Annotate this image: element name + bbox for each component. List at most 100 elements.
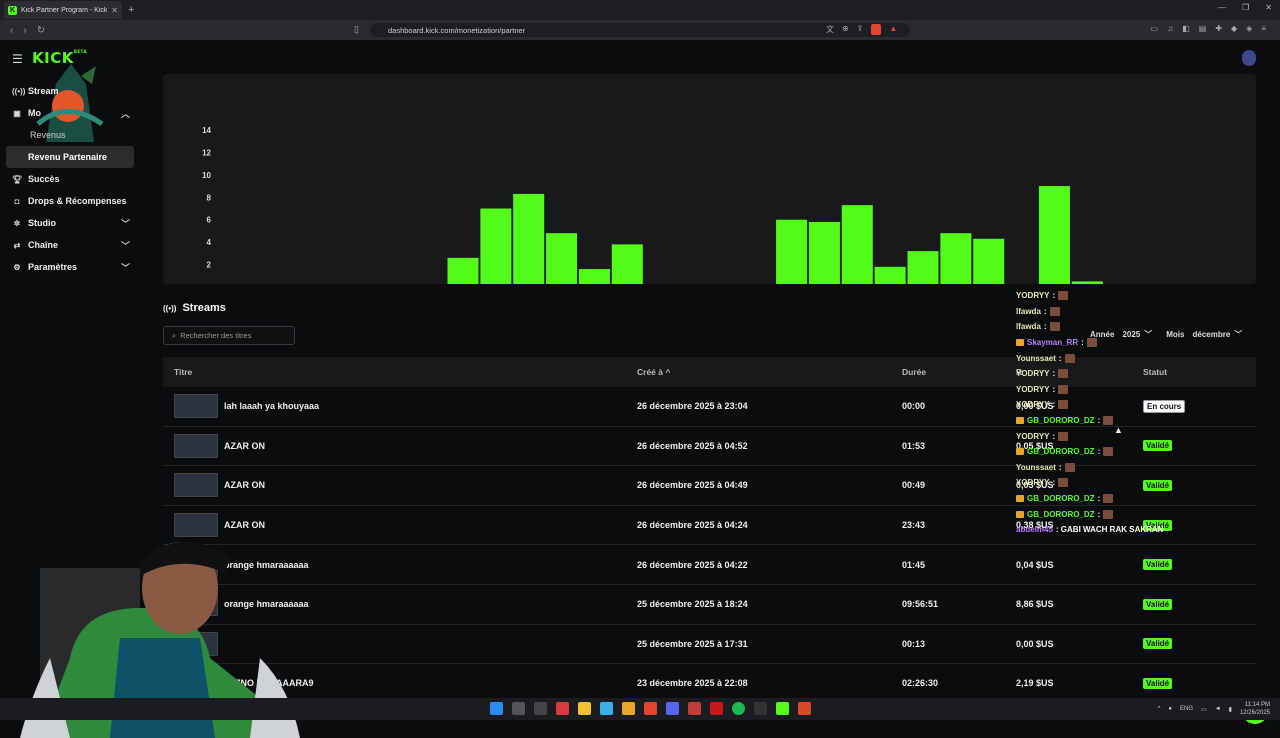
music-icon[interactable]: ♫	[1167, 24, 1173, 33]
avatar[interactable]	[1242, 50, 1256, 66]
discord-icon[interactable]	[666, 702, 679, 715]
browser-tab[interactable]: K Kick Partner Program - Kick Dash ✕	[4, 1, 122, 19]
table-row[interactable]: orange hmaraaaaaa 25 décembre 2025 à 18:2…	[163, 585, 1256, 625]
maximize-icon[interactable]: ❐	[1242, 3, 1249, 12]
chart-bar[interactable]	[874, 266, 906, 284]
chat-username[interactable]: Younssaet	[1016, 463, 1056, 472]
chart-bar[interactable]	[447, 257, 479, 284]
chat-username[interactable]: YODRYY	[1016, 400, 1050, 409]
share-icon[interactable]: ⇪	[857, 24, 864, 35]
kick-icon[interactable]	[776, 702, 789, 715]
brave-browser-icon[interactable]	[644, 702, 657, 715]
column-created[interactable]: Créé à ^	[637, 367, 670, 377]
clock[interactable]: 11:14 PM 12/26/2025	[1240, 701, 1270, 717]
chat-username[interactable]: YODRYY	[1016, 291, 1050, 300]
chart-bar[interactable]	[546, 233, 578, 284]
chart-bar[interactable]	[776, 219, 808, 284]
chat-username[interactable]: GB_DORORO_DZ	[1027, 510, 1095, 519]
zoom-icon[interactable]: ⊕	[842, 24, 849, 35]
app-icon[interactable]	[556, 702, 569, 715]
forward-icon[interactable]: ›	[23, 25, 26, 36]
close-window-icon[interactable]: ✕	[1265, 3, 1272, 12]
chart-bar[interactable]	[1038, 186, 1070, 284]
sidebar-item-succes[interactable]: 🏆︎ Succès	[0, 168, 140, 190]
windows-start-icon[interactable]	[490, 702, 503, 715]
sidebar-subitem-revenu-partenaire[interactable]: Revenu Partenaire	[6, 146, 134, 168]
battery-icon[interactable]: ▮	[1229, 706, 1232, 713]
volume-icon[interactable]: ◄	[1215, 706, 1221, 712]
menu-icon[interactable]: ≡	[1261, 24, 1266, 33]
bookmark-icon[interactable]: ▯	[354, 24, 359, 35]
spotify-icon[interactable]	[732, 702, 745, 715]
chat-username[interactable]: lfawda	[1016, 307, 1041, 316]
column-duration[interactable]: Durée	[902, 367, 926, 377]
close-tab-icon[interactable]: ✕	[111, 6, 118, 15]
app-icon[interactable]	[798, 702, 811, 715]
chart-bar[interactable]	[841, 205, 873, 284]
chat-username[interactable]: GB_DORORO_DZ	[1027, 416, 1095, 425]
chat-username[interactable]: Younssaet	[1016, 354, 1056, 363]
chart-bar[interactable]	[578, 269, 610, 284]
chart-bar[interactable]	[1071, 281, 1103, 284]
stream-title[interactable]: AZAR ON	[224, 480, 265, 490]
brave-shield-icon[interactable]	[871, 24, 882, 35]
stream-thumbnail[interactable]	[174, 394, 218, 419]
chat-username[interactable]: YODRYY	[1016, 432, 1050, 441]
chat-username[interactable]: abdelm45	[1016, 525, 1053, 534]
back-icon[interactable]: ‹	[10, 25, 13, 36]
chart-bar[interactable]	[973, 238, 1005, 284]
stream-thumbnail[interactable]	[174, 433, 218, 458]
chart-bar[interactable]	[611, 244, 643, 284]
minimize-icon[interactable]: —	[1218, 3, 1226, 12]
chart-bar[interactable]	[808, 221, 840, 284]
extensions-icon[interactable]: ✚	[1215, 24, 1222, 33]
stream-title[interactable]: AZAR ON	[224, 441, 265, 451]
chevron-up-icon[interactable]: ^	[1158, 706, 1161, 712]
chat-username[interactable]: YODRYY	[1016, 385, 1050, 394]
vpn-icon[interactable]: ◈	[1246, 24, 1252, 33]
app-icon[interactable]	[710, 702, 723, 715]
stream-title[interactable]: lah laaah ya khouyaaa	[224, 401, 319, 411]
new-tab-icon[interactable]: +	[128, 4, 134, 16]
month-select[interactable]: décembre ﹀	[1192, 329, 1242, 340]
sidebar-item-chaine[interactable]: ⇄ Chaîne ﹀	[0, 234, 140, 256]
network-icon[interactable]: ▭	[1201, 706, 1207, 713]
stream-thumbnail[interactable]	[174, 473, 218, 498]
chat-username[interactable]: Skayman_RR	[1027, 338, 1078, 347]
sidebar-item-studio[interactable]: ✲ Studio ﹀	[0, 212, 140, 234]
capcut-icon[interactable]	[754, 702, 767, 715]
microphone-icon[interactable]: ●	[1168, 706, 1172, 712]
chart-bar[interactable]	[513, 193, 545, 284]
table-row[interactable]: 25 décembre 2025 à 17:31 00:13 0,00 $US Val…	[163, 625, 1256, 665]
chat-username[interactable]: YODRYY	[1016, 369, 1050, 378]
sidebar-item-stream[interactable]: ((•)) Stream	[0, 80, 140, 102]
reader-icon[interactable]: ▭	[1151, 24, 1159, 33]
file-explorer-icon[interactable]	[578, 702, 591, 715]
sidebar-toggle-icon[interactable]: ◧	[1182, 24, 1190, 33]
sidebar-item-monetization[interactable]: ▣ Mo ︿	[0, 102, 140, 124]
chart-bar[interactable]	[907, 251, 939, 284]
chart-bar[interactable]	[480, 208, 512, 285]
sidebar-subitem-revenus[interactable]: Revenus	[0, 124, 140, 146]
search-icon[interactable]	[512, 702, 525, 715]
task-view-icon[interactable]	[534, 702, 547, 715]
brave-rewards-icon[interactable]: ▲	[889, 24, 897, 35]
chat-username[interactable]: GB_DORORO_DZ	[1027, 447, 1095, 456]
app-icon[interactable]	[688, 702, 701, 715]
sidebar-item-drops[interactable]: ◘ Drops & Récompenses	[0, 190, 140, 212]
column-title[interactable]: Titre	[174, 367, 192, 377]
language-indicator[interactable]: ENG	[1180, 706, 1193, 712]
sidebar-item-parametres[interactable]: ⚙ Paramètres ﹀	[0, 256, 140, 278]
chat-username[interactable]: lfawda	[1016, 322, 1041, 331]
store-icon[interactable]	[622, 702, 635, 715]
bookmarks-icon[interactable]: ▤	[1199, 24, 1207, 33]
chat-username[interactable]: YODRYY	[1016, 478, 1050, 487]
table-row[interactable]: orange hmaraaaaaa 26 décembre 2025 à 04:2…	[163, 545, 1256, 585]
translate-icon[interactable]: 文	[826, 24, 834, 35]
search-input[interactable]: ⌕ Rechercher des titres	[163, 326, 295, 345]
photos-icon[interactable]	[600, 702, 613, 715]
reload-icon[interactable]: ↻	[37, 25, 45, 36]
chart-bar[interactable]	[940, 233, 972, 284]
hamburger-menu-icon[interactable]: ☰	[12, 52, 23, 66]
wallet-icon[interactable]: ◆	[1231, 24, 1237, 33]
